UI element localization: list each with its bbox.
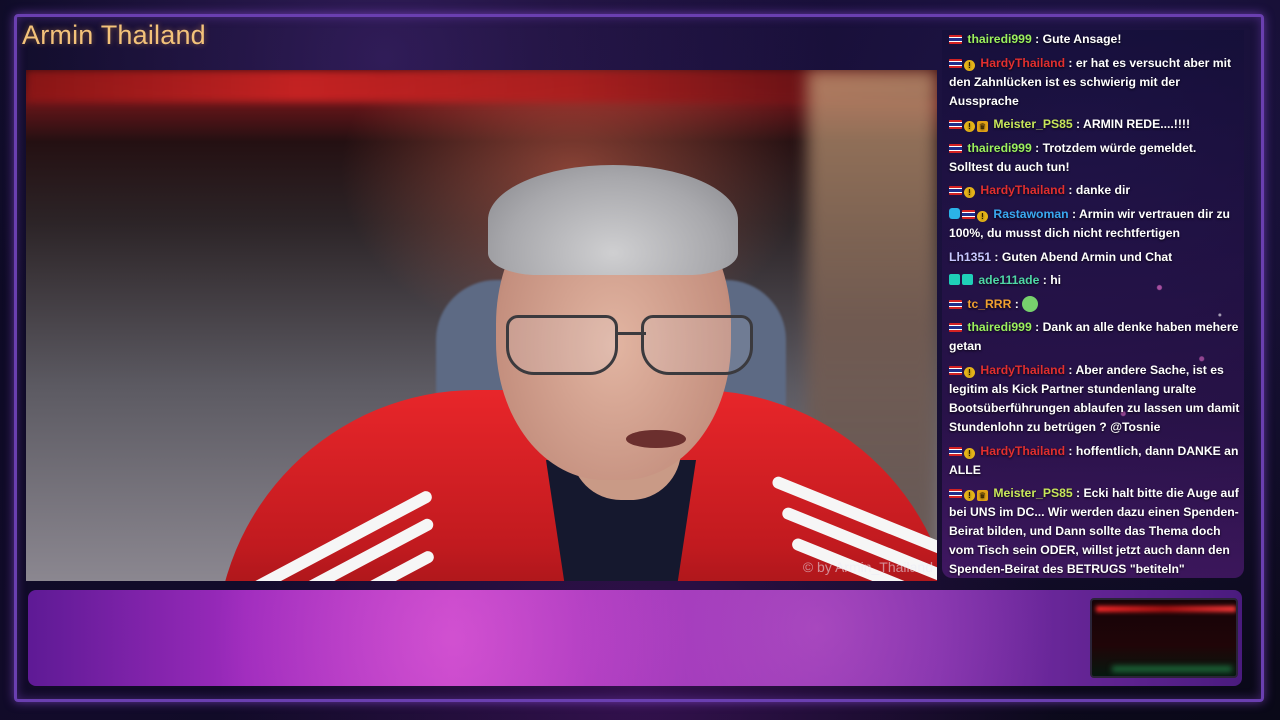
alien-emote-icon	[1022, 295, 1039, 312]
stream-watermark: © by Armin_Thailand	[802, 559, 933, 575]
chat-separator: :	[1031, 140, 1043, 155]
chat-text: Gute Ansage!	[1042, 32, 1122, 46]
flag-badge-icon	[949, 186, 962, 196]
background-light-strip	[26, 70, 937, 102]
flag-badge-icon	[949, 58, 962, 68]
webcam-feed[interactable]: © by Armin_Thailand	[26, 70, 937, 581]
glasses-right-lens	[641, 315, 753, 375]
sub-badge-icon: !	[964, 447, 975, 459]
flag-badge-icon	[949, 143, 962, 153]
chat-separator: :	[1072, 117, 1084, 132]
room-light-glow	[1096, 606, 1236, 612]
chat-text: danke dir	[1075, 183, 1131, 198]
chat-username[interactable]: Lh1351	[949, 250, 991, 264]
chat-username[interactable]: ade111ade	[975, 273, 1039, 287]
chat-username[interactable]: HardyThailand	[977, 56, 1065, 70]
crown-badge-icon: ♛	[977, 490, 988, 502]
chat-message: ! ♛ Meister_PS85 : ARMIN REDE....!!!!	[949, 115, 1241, 134]
glasses-bridge	[616, 332, 646, 335]
chat-message: ! HardyThailand : danke dir	[949, 181, 1241, 200]
verified-badge-icon	[949, 207, 960, 219]
flag-badge-icon	[962, 209, 975, 219]
chat-username[interactable]: tc_RRR	[964, 297, 1011, 311]
chat-separator: :	[1065, 362, 1076, 377]
chat-username[interactable]: Rastawoman	[990, 207, 1068, 221]
glasses-left-lens	[506, 315, 618, 375]
bottom-banner	[28, 590, 1242, 686]
chat-username[interactable]: thairedi999	[964, 141, 1031, 155]
chat-username[interactable]: thairedi999	[964, 32, 1031, 46]
streamer-mouth	[626, 430, 686, 448]
chat-message: ! Rastawoman : Armin wir vertrauen dir z…	[949, 205, 1241, 243]
chat-message: ! HardyThailand : hoffentlich, dann DANK…	[949, 442, 1241, 480]
chat-message: ! ♛ Meister_PS85 : Ecki halt bitte die Au…	[949, 484, 1241, 578]
sub-badge-icon: !	[964, 366, 975, 378]
chat-separator: :	[1031, 320, 1043, 335]
sub-badge-icon: !	[964, 59, 975, 71]
chat-username[interactable]: HardyThailand	[977, 363, 1065, 377]
chat-separator: :	[1065, 55, 1076, 70]
flag-badge-icon	[949, 446, 962, 456]
chat-message: ! HardyThailand : Aber andere Sache, ist…	[949, 361, 1241, 437]
chat-separator: :	[1068, 206, 1079, 221]
flag-badge-icon	[949, 120, 962, 130]
chat-separator: :	[1072, 486, 1084, 501]
sub-badge-icon: !	[964, 187, 975, 199]
chat-separator: :	[991, 249, 1002, 264]
chat-message-list: thairedi999 : Gute Ansage!! HardyThailan…	[949, 30, 1241, 578]
room-camera-preview	[1090, 598, 1238, 678]
sub-badge-icon: !	[964, 121, 975, 133]
chat-message: ! HardyThailand : er hat es versucht abe…	[949, 54, 1241, 111]
chat-message: thairedi999 : Trotzdem würde gemeldet. S…	[949, 139, 1241, 177]
chat-separator: :	[1039, 273, 1051, 288]
chat-separator: :	[1031, 32, 1043, 46]
channel-title: Armin Thailand	[22, 20, 206, 50]
flag-badge-icon	[949, 35, 962, 44]
chat-panel[interactable]: thairedi999 : Gute Ansage!! HardyThailan…	[942, 30, 1244, 578]
og-badge-icon	[962, 274, 973, 286]
chat-text: hi	[1050, 273, 1062, 288]
chat-username[interactable]: HardyThailand	[977, 444, 1065, 458]
chat-text: Guten Abend Armin und Chat	[1001, 249, 1173, 264]
chat-username[interactable]: thairedi999	[964, 320, 1031, 334]
chat-separator: :	[1065, 183, 1076, 198]
chat-message: thairedi999 : Gute Ansage!	[949, 30, 1241, 49]
chat-separator: :	[1065, 443, 1076, 458]
streamer-hair	[488, 165, 738, 275]
sub-badge-icon: !	[964, 490, 975, 502]
og-badge-icon	[949, 274, 960, 286]
chat-message: ade111ade : hi	[949, 271, 1241, 290]
chat-message: tc_RRR :	[949, 295, 1241, 314]
flag-badge-icon	[949, 299, 962, 309]
room-floor-light	[1112, 666, 1232, 672]
chat-message: thairedi999 : Dank an alle denke haben m…	[949, 318, 1241, 356]
crown-badge-icon: ♛	[977, 121, 988, 133]
chat-text: ARMIN REDE....!!!!	[1083, 117, 1191, 132]
chat-username[interactable]: HardyThailand	[977, 183, 1065, 197]
flag-badge-icon	[949, 365, 962, 375]
chat-message: Lh1351 : Guten Abend Armin und Chat	[949, 248, 1241, 267]
chat-username[interactable]: Meister_PS85	[990, 117, 1072, 131]
chat-separator: :	[1011, 296, 1023, 311]
flag-badge-icon	[949, 489, 962, 499]
flag-badge-icon	[949, 323, 962, 333]
chat-username[interactable]: Meister_PS85	[990, 486, 1072, 500]
sub-badge-icon: !	[977, 210, 988, 222]
